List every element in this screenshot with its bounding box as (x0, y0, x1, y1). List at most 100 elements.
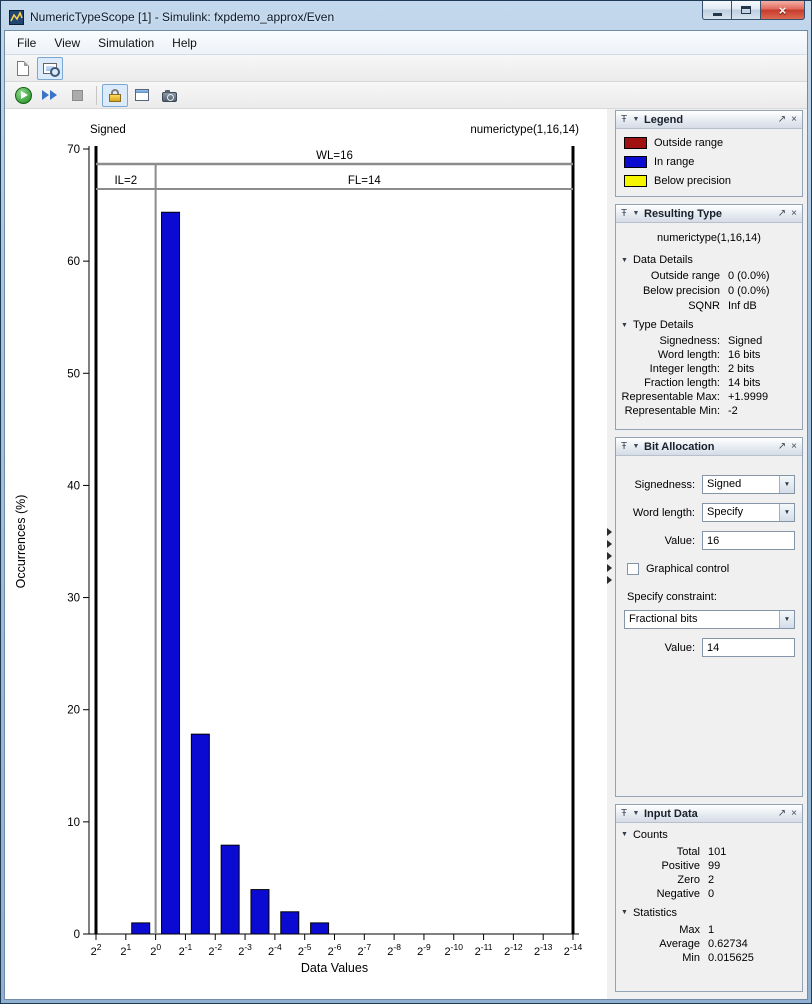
il-label: IL=2 (114, 175, 137, 187)
splitter-arrow-icon (607, 528, 612, 536)
resulting-type-panel-header[interactable]: Ŧ ▼ Resulting Type ↗ × (616, 205, 802, 223)
y-tick-label: 40 (67, 480, 80, 492)
row-label: Fraction length: (644, 377, 720, 389)
collapse-icon[interactable]: ▼ (630, 116, 642, 123)
run-button[interactable] (10, 84, 36, 107)
statistic-row: Average 0.62734 (616, 937, 802, 951)
undock-icon[interactable]: ↗ (776, 807, 788, 821)
data-details-section-header[interactable]: ▼ Data Details (616, 249, 802, 269)
legend-panel-header[interactable]: Ŧ ▼ Legend ↗ × (616, 111, 802, 129)
menu-view[interactable]: View (45, 33, 89, 53)
minimize-icon (712, 12, 722, 16)
toolbar-standard (5, 55, 807, 82)
lock-panels-button[interactable] (102, 83, 128, 107)
input-data-panel-title: Input Data (644, 807, 698, 820)
x-tick-label: 2-1 (179, 942, 193, 958)
row-label: Negative (656, 888, 700, 900)
chart-area[interactable]: 0 10 20 30 40 50 60 70 22 21 20 2-1 2-2 2-3 2-4 2-5 2-6 2… (5, 109, 607, 999)
row-value: 16 bits (728, 349, 761, 361)
panel-close-icon[interactable]: × (788, 441, 800, 452)
row-label: Below precision (642, 285, 720, 297)
graphical-control-row: Graphical control (627, 559, 795, 578)
histogram[interactable]: 0 10 20 30 40 50 60 70 22 21 20 2-1 2-2 2-3 2-4 2-5 2-6 2… (5, 109, 607, 999)
expander-icon: ▼ (621, 831, 628, 838)
minimize-button[interactable] (702, 1, 731, 20)
word-length-select[interactable]: Specify ▼ (702, 503, 795, 522)
panel-close-icon[interactable]: × (788, 807, 800, 821)
panel-close-icon[interactable]: × (788, 114, 800, 125)
signed-annotation: Signed (90, 124, 126, 136)
signal-dialog-button[interactable] (129, 84, 155, 107)
close-button[interactable]: × (760, 1, 805, 20)
statistic-row: Min 0.015625 (616, 951, 802, 965)
statistics-section-header[interactable]: ▼ Statistics (616, 901, 802, 923)
undock-icon[interactable]: ↗ (776, 208, 788, 219)
detail-row: Representable Max: +1.9999 (616, 390, 802, 404)
x-tick-label: 2-12 (504, 942, 523, 958)
panel-close-icon[interactable]: × (788, 208, 800, 219)
collapse-icon[interactable]: ▼ (630, 443, 642, 450)
collapse-icon[interactable]: ▼ (630, 210, 642, 217)
menu-simulation[interactable]: Simulation (89, 33, 163, 53)
y-axis-label: Occurrences (%) (14, 495, 28, 589)
step-forward-icon (42, 90, 58, 100)
word-length-value-input[interactable] (702, 531, 795, 550)
row-label: Integer length: (649, 363, 720, 375)
undock-icon[interactable]: ↗ (776, 114, 788, 125)
row-value: 0.62734 (708, 938, 748, 950)
x-tick-label: 2-7 (357, 942, 371, 958)
x-tick-label: 2-14 (564, 942, 583, 958)
constraint-select[interactable]: Fractional bits ▼ (624, 610, 795, 629)
new-report-icon (17, 60, 29, 76)
graphical-control-checkbox[interactable] (627, 562, 639, 575)
y-tick-label: 10 (67, 817, 80, 829)
expander-icon: ▼ (621, 256, 628, 264)
x-tick-label: 2-5 (298, 942, 312, 958)
y-tick-label: 60 (67, 256, 80, 268)
lock-icon (109, 88, 121, 102)
step-forward-button[interactable] (37, 84, 63, 107)
x-tick-label: 2-3 (238, 942, 252, 958)
row-value: 99 (708, 860, 721, 872)
pin-icon[interactable]: Ŧ (618, 441, 630, 452)
input-data-panel-header[interactable]: Ŧ ▼ Input Data ↗ × (616, 805, 802, 823)
signedness-select[interactable]: Signed ▼ (702, 475, 795, 494)
row-value: 1 (708, 924, 715, 936)
undock-icon[interactable]: ↗ (776, 441, 788, 452)
pin-icon[interactable]: Ŧ (618, 208, 630, 219)
row-value: Signed (728, 335, 763, 347)
row-value: 14 bits (728, 377, 761, 389)
splitter-arrow-icon (607, 552, 612, 560)
row-value: Inf dB (728, 300, 757, 312)
window-controls: × (702, 1, 805, 20)
snapshot-button[interactable] (156, 84, 182, 107)
window-frame: NumericTypeScope [1] - Simulink: fxpdemo… (0, 0, 812, 1004)
pin-icon[interactable]: Ŧ (618, 807, 630, 821)
menu-help[interactable]: Help (163, 33, 206, 53)
wl-label: WL=16 (316, 150, 353, 162)
window-title: NumericTypeScope [1] - Simulink: fxpdemo… (30, 10, 335, 24)
value-label: Value: (664, 534, 695, 547)
title-bar[interactable]: NumericTypeScope [1] - Simulink: fxpdemo… (4, 1, 808, 30)
bit-allocation-panel-header[interactable]: Ŧ ▼ Bit Allocation ↗ × (616, 438, 802, 456)
legend-panel: Ŧ ▼ Legend ↗ × Outside range In range Be… (615, 110, 803, 197)
counts-section-header[interactable]: ▼ Counts (616, 823, 802, 845)
specify-constraint-label: Specify constraint: (627, 590, 717, 603)
pin-icon[interactable]: Ŧ (618, 114, 630, 125)
in-range-swatch (624, 156, 647, 168)
detail-row: SQNR Inf dB (616, 299, 802, 314)
menu-file[interactable]: File (8, 33, 45, 53)
maximize-button[interactable] (731, 1, 760, 20)
type-details-section-header[interactable]: ▼ Type Details (616, 314, 802, 334)
row-value: 2 bits (728, 363, 755, 375)
fraction-bits-input[interactable] (702, 638, 795, 657)
detail-row: Representable Min: -2 (616, 404, 802, 418)
chevron-down-icon: ▼ (779, 476, 794, 493)
stop-button[interactable] (64, 84, 90, 107)
highlight-signal-button[interactable] (37, 56, 63, 80)
collapse-icon[interactable]: ▼ (630, 807, 642, 821)
x-tick-label: 2-2 (208, 942, 222, 958)
bit-allocation-panel-title: Bit Allocation (644, 440, 715, 453)
row-value: -2 (728, 405, 738, 417)
new-report-button[interactable] (10, 57, 36, 80)
